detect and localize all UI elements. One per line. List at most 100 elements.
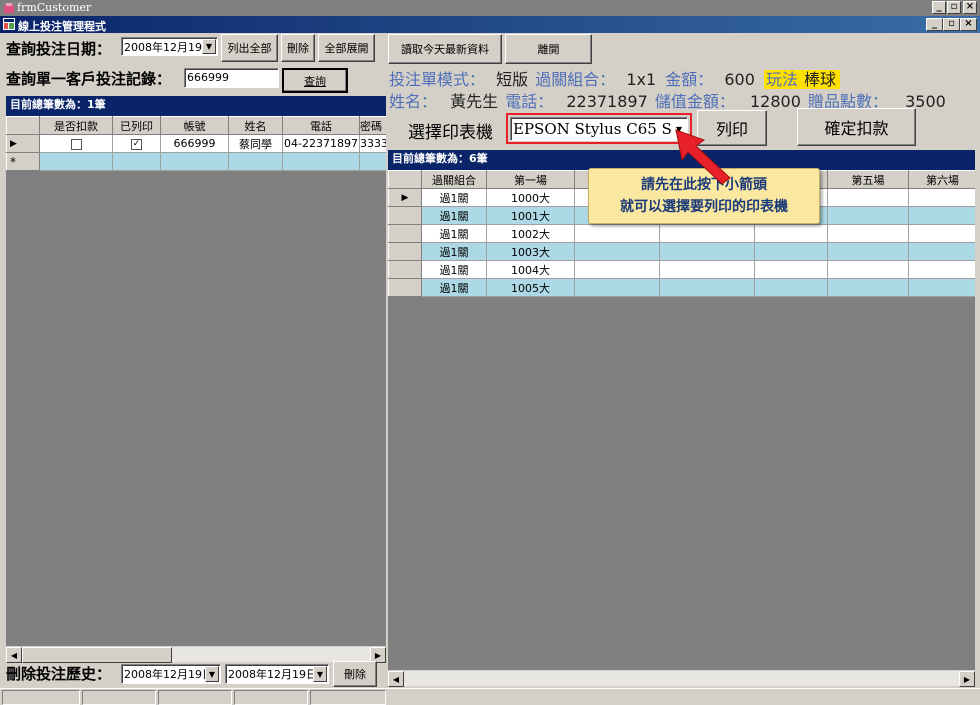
window-title: frmCustomer [17, 1, 92, 14]
left-grid-header: 目前總筆數為：1筆 [6, 96, 386, 116]
mode-label: 投注單模式： [389, 70, 486, 89]
status-panel [2, 690, 80, 705]
cell-combo[interactable]: 過1關 [421, 224, 487, 243]
history-delete-button[interactable]: 刪除 [333, 661, 377, 687]
confirm-deduct-button[interactable]: 確定扣款 [797, 108, 916, 146]
col-account[interactable]: 帳號 [160, 116, 229, 135]
amount-value: 600 [724, 70, 755, 89]
expand-all-button[interactable]: 全部展開 [318, 34, 375, 62]
cell-phone[interactable]: 04-22371897 [282, 134, 360, 153]
customer-phone-value: 22371897 [566, 92, 648, 111]
history-to-value: 2008年12月19日 [228, 668, 317, 681]
scroll-left-icon[interactable]: ◀ [6, 647, 22, 663]
customer-name-label: 姓名： [389, 92, 438, 111]
new-row[interactable]: * [6, 152, 386, 171]
cell-game1[interactable]: 1005大 [486, 278, 575, 297]
cell-game1[interactable]: 1002大 [486, 224, 575, 243]
printed-checkbox[interactable]: ✓ [112, 134, 161, 153]
mdi-minimize-icon[interactable]: _ [926, 18, 943, 31]
date-picker[interactable]: 2008年12月19日 ▼ [121, 37, 218, 56]
scroll-right-icon[interactable]: ▶ [959, 671, 975, 687]
table-row[interactable]: 過1關 1003大 [388, 242, 975, 261]
stored-amount-value: 12800 [749, 92, 801, 111]
table-row[interactable]: 過1關 1005大 [388, 278, 975, 297]
scroll-left-icon[interactable]: ◀ [388, 671, 404, 687]
row-header-corner [6, 116, 40, 135]
mdi-close-icon[interactable]: × [960, 18, 977, 31]
list-all-button[interactable]: 列出全部 [221, 34, 278, 62]
bet-detail-grid[interactable]: 過關組合 第一場 第五場 第六場 ▶ 過1關 1000大 過1關 1001大 過1關 1… [388, 170, 975, 670]
cell-combo[interactable]: 過1關 [421, 188, 487, 207]
customer-phone-label: 電話： [505, 92, 554, 111]
col-game5[interactable]: 第五場 [827, 170, 909, 189]
customer-grid[interactable]: 是否扣款 已列印 帳號 姓名 電話 密碼 ▶ ✓ 666999 蔡同學 04-2… [6, 116, 386, 646]
table-row[interactable]: 過1關 1004大 [388, 260, 975, 279]
app-icon [4, 3, 14, 13]
table-row[interactable]: ▶ ✓ 666999 蔡同學 04-22371897 33333 [6, 134, 386, 153]
mdi-titlebar[interactable]: 線上投注管理程式 _ ▫ × [0, 16, 980, 33]
fetch-today-button[interactable]: 讀取今天最新資料 [388, 34, 502, 64]
window-titlebar[interactable]: frmCustomer _ ▫ × [0, 0, 980, 16]
cell-combo[interactable]: 過1關 [421, 260, 487, 279]
cell-account[interactable]: 666999 [160, 134, 229, 153]
account-input[interactable]: 666999 [184, 68, 279, 88]
date-value: 2008年12月19日 [124, 41, 213, 54]
left-horizontal-scrollbar[interactable]: ◀ ▶ [6, 646, 386, 663]
cell-name[interactable]: 蔡同學 [228, 134, 283, 153]
close-icon[interactable]: × [963, 1, 977, 14]
cell-password[interactable]: 33333 [359, 134, 386, 153]
current-row-arrow-icon: ▶ [6, 134, 40, 153]
stored-amount-label: 儲值金額： [654, 92, 735, 111]
play-value: 棒球 [800, 70, 841, 89]
col-combo[interactable]: 過關組合 [421, 170, 487, 189]
dropdown-arrow-icon[interactable]: ▼ [202, 39, 216, 54]
col-printed[interactable]: 已列印 [112, 116, 161, 135]
col-game6[interactable]: 第六場 [908, 170, 975, 189]
table-row[interactable]: 過1關 1002大 [388, 224, 975, 243]
cell-game1[interactable]: 1001大 [486, 206, 575, 225]
maximize-icon[interactable]: ▫ [947, 1, 961, 14]
history-from-picker[interactable]: 2008年12月19日 ▼ [121, 664, 221, 684]
leave-button[interactable]: 離開 [505, 34, 592, 64]
status-bar [0, 688, 980, 705]
callout-line-2: 就可以選擇要列印的印表機 [620, 199, 788, 215]
col-game1[interactable]: 第一場 [486, 170, 575, 189]
col-password[interactable]: 密碼 [359, 116, 386, 135]
delete-button[interactable]: 刪除 [281, 34, 315, 62]
status-panel [82, 690, 156, 705]
dropdown-arrow-icon[interactable]: ▼ [313, 666, 327, 682]
scroll-thumb[interactable] [22, 647, 172, 663]
status-panel [158, 690, 232, 705]
query-button[interactable]: 查詢 [282, 68, 348, 93]
right-horizontal-scrollbar[interactable]: ◀ ▶ [388, 670, 975, 687]
minimize-icon[interactable]: _ [932, 1, 946, 14]
red-arrow-icon [675, 129, 731, 185]
date-label: 查詢投注日期： [6, 40, 112, 58]
new-row-marker: * [6, 152, 40, 171]
mode-value: 短版 [496, 70, 529, 89]
col-name[interactable]: 姓名 [228, 116, 283, 135]
cell-game1[interactable]: 1000大 [486, 188, 575, 207]
printer-value: EPSON Stylus C65 Se [513, 120, 681, 138]
cell-combo[interactable]: 過1關 [421, 242, 487, 261]
printer-select[interactable]: EPSON Stylus C65 Se ▼ [510, 117, 688, 141]
status-panel [310, 690, 386, 705]
mdi-restore-icon[interactable]: ▫ [943, 18, 960, 31]
mdi-title: 線上投注管理程式 [18, 20, 106, 33]
history-to-picker[interactable]: 2008年12月19日 ▼ [225, 664, 329, 684]
deducted-checkbox[interactable] [39, 134, 113, 153]
cell-game1[interactable]: 1003大 [486, 242, 575, 261]
cell-combo[interactable]: 過1關 [421, 206, 487, 225]
query-label: 查詢 [304, 74, 326, 88]
dropdown-arrow-icon[interactable]: ▼ [205, 666, 219, 682]
combo-value: 1x1 [626, 70, 657, 89]
combo-label: 過關組合： [535, 70, 616, 89]
delete-history-label: 刪除投注歷史： [6, 665, 112, 683]
current-row-arrow-icon: ▶ [388, 188, 422, 207]
printer-label: 選擇印表機 [408, 123, 493, 143]
col-deducted[interactable]: 是否扣款 [39, 116, 113, 135]
single-customer-label: 查詢單一客戶投注記錄： [6, 70, 172, 88]
col-phone[interactable]: 電話 [282, 116, 360, 135]
cell-combo[interactable]: 過1關 [421, 278, 487, 297]
cell-game1[interactable]: 1004大 [486, 260, 575, 279]
